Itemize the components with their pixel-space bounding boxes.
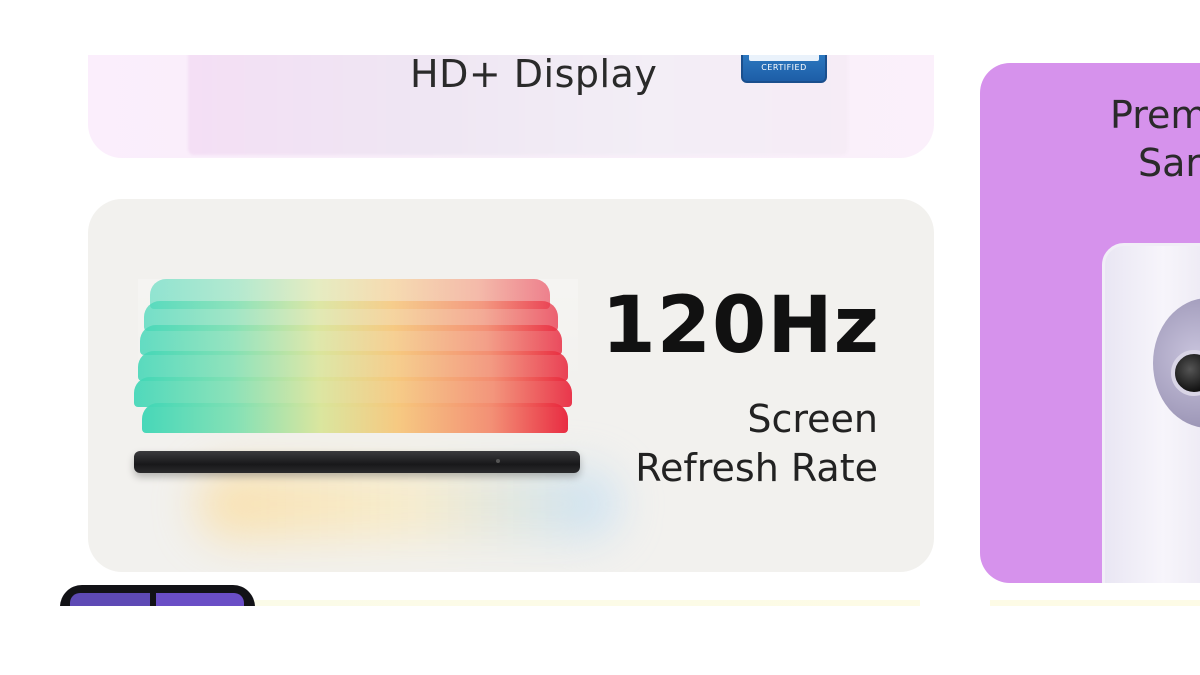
badge-label-strip: [749, 55, 819, 61]
phone-edge-image: [134, 451, 580, 473]
next-card-edge: [250, 600, 920, 606]
device-screen-right: [156, 593, 244, 606]
device-screen-left: [70, 593, 150, 606]
display-headline: HD+ Display: [410, 55, 658, 96]
refresh-label-line2: Refresh Rate: [635, 446, 878, 491]
refresh-rate-label: Screen Refresh Rate: [558, 395, 878, 494]
display-feature-card: HD+ Display CERTIFIED: [88, 55, 934, 158]
next-card-edge-right: [990, 600, 1200, 606]
premium-title-line2: Sar: [1138, 141, 1200, 185]
next-card-device-image: [60, 585, 255, 606]
phone-port: [496, 459, 500, 463]
refresh-wave-layer: [142, 403, 568, 433]
certification-badge-icon: CERTIFIED: [741, 55, 827, 83]
badge-text: CERTIFIED: [761, 63, 807, 72]
refresh-rate-feature-card: 120Hz Screen Refresh Rate: [88, 199, 934, 572]
refresh-rate-value: 120Hz: [601, 281, 880, 371]
phone-back-image: [1102, 243, 1200, 583]
premium-title-line1: Prem: [1110, 93, 1200, 137]
screen-glow: [198, 469, 618, 539]
premium-design-card: Prem Sar: [980, 63, 1200, 583]
refresh-wave-graphic: [134, 279, 578, 459]
page: HD+ Display CERTIFIED 120Hz Screen Refre…: [0, 0, 1200, 675]
refresh-label-line1: Screen: [747, 397, 878, 441]
scroll-viewport[interactable]: HD+ Display CERTIFIED 120Hz Screen Refre…: [0, 55, 1200, 606]
